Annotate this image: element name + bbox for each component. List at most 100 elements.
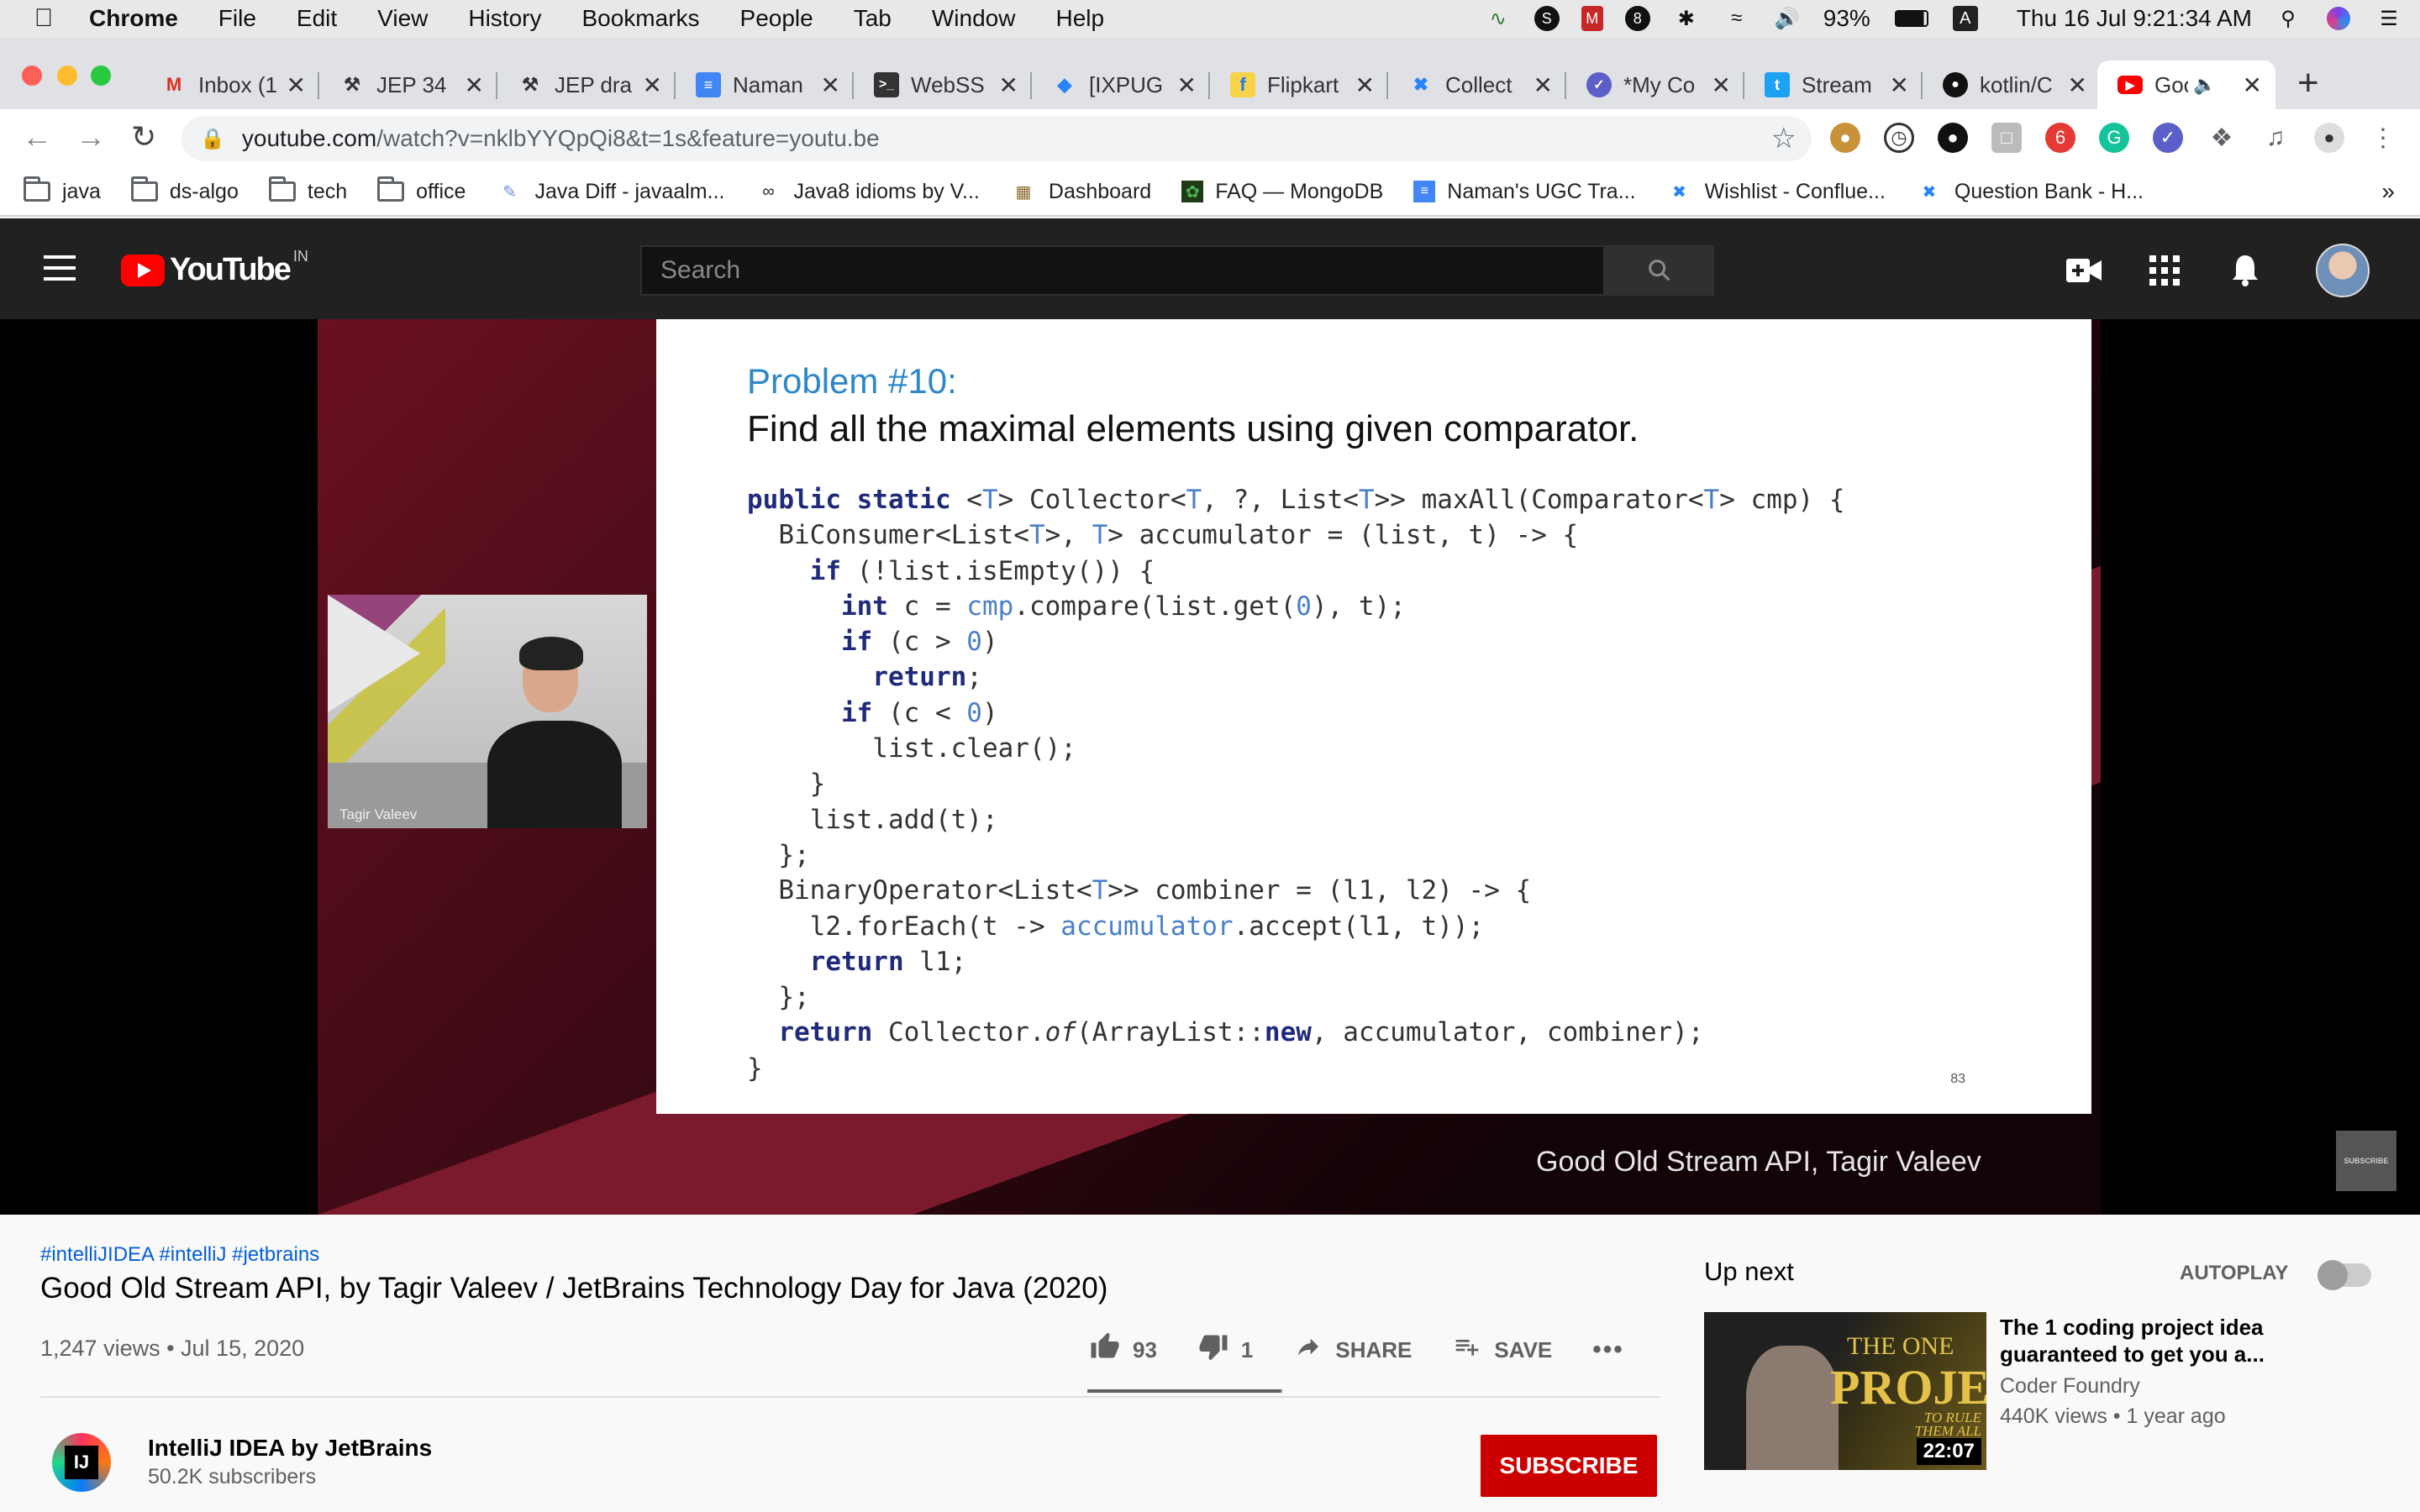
bookmark-folder-ds-algo[interactable]: ds-algo xyxy=(130,176,239,204)
grammarly-extension-icon[interactable]: G xyxy=(2099,123,2129,153)
siri-icon[interactable] xyxy=(2324,6,2353,31)
close-icon[interactable]: ✕ xyxy=(999,71,1018,99)
more-bookmarks-icon[interactable]: » xyxy=(2381,178,2395,205)
menu-help[interactable]: Help xyxy=(1055,5,1104,32)
recommended-video-thumbnail[interactable]: THE ONE PROJECT TO RULE THEM ALL 22:07 xyxy=(1704,1312,1986,1470)
menu-window[interactable]: Window xyxy=(932,5,1016,32)
tab-flipkart[interactable]: f Flipkart ✕ xyxy=(1210,60,1388,109)
subscribe-button[interactable]: SUBSCRIBE xyxy=(1481,1435,1657,1497)
lock-icon[interactable]: 🔒 xyxy=(200,127,225,151)
back-arrow-icon[interactable]: ← xyxy=(22,119,52,155)
tab-confluence-collect[interactable]: ✖ Collect ✕ xyxy=(1388,60,1566,109)
bookmark-naman-ugc[interactable]: ≡ Naman's UGC Tra... xyxy=(1413,180,1636,204)
audio-playing-icon[interactable]: 🔈 xyxy=(2193,74,2216,96)
profile-icon[interactable]: ● xyxy=(2314,123,2344,153)
notifications-bell-icon[interactable] xyxy=(2227,252,2264,289)
skype-icon[interactable]: S xyxy=(1534,6,1560,31)
hashtags[interactable]: #intelliJIDEA #intelliJ #jetbrains xyxy=(40,1243,319,1267)
clock-extension-icon[interactable]: ◷ xyxy=(1884,123,1914,153)
close-icon[interactable]: ✕ xyxy=(1890,71,1909,99)
menu-view[interactable]: View xyxy=(377,5,428,32)
close-icon[interactable]: ✕ xyxy=(1712,71,1731,99)
close-icon[interactable]: ✕ xyxy=(643,71,662,99)
reload-icon[interactable]: ↻ xyxy=(131,119,156,155)
bookmark-mongodb-faq[interactable]: ✿ FAQ — MongoDB xyxy=(1181,180,1383,204)
mcafee-shield-icon[interactable]: M xyxy=(1581,6,1603,31)
save-button[interactable]: SAVE xyxy=(1452,1333,1552,1368)
bluetooth-icon[interactable]: ✱ xyxy=(1672,6,1701,31)
close-icon[interactable]: ✕ xyxy=(465,71,484,99)
media-controls-icon[interactable]: ♫ xyxy=(2260,123,2291,153)
video-player[interactable]: Problem #10: Find all the maximal elemen… xyxy=(0,319,2420,1215)
menu-tab[interactable]: Tab xyxy=(854,5,892,32)
bookmark-dashboard[interactable]: ▦ Dashboard xyxy=(1010,180,1151,204)
tab-youtube-active[interactable]: ▶ Goo 🔈 ✕ xyxy=(2097,60,2275,109)
bookmark-wishlist[interactable]: ✖ Wishlist - Conflue... xyxy=(1666,180,1886,204)
window-extension-icon[interactable]: □ xyxy=(1991,123,2022,153)
volume-icon[interactable]: 🔊 xyxy=(1773,6,1802,31)
github-extension-icon[interactable]: ● xyxy=(1938,123,1968,153)
close-icon[interactable]: ✕ xyxy=(821,71,840,99)
dislike-button[interactable]: 1 xyxy=(1197,1331,1253,1369)
battery-icon[interactable] xyxy=(1892,6,1931,31)
close-icon[interactable]: ✕ xyxy=(1177,71,1197,99)
todo-extension-icon[interactable]: ✓ xyxy=(2153,123,2183,153)
tab-jep-34[interactable]: ⚒ JEP 34 ✕ xyxy=(319,60,497,109)
menu-people[interactable]: People xyxy=(740,5,813,32)
forward-arrow-icon[interactable]: → xyxy=(76,119,106,155)
tab-my-co[interactable]: ✓ *My Co ✕ xyxy=(1566,60,1744,109)
menu-app-name[interactable]: Chrome xyxy=(89,5,178,32)
menu-edit[interactable]: Edit xyxy=(297,5,337,32)
bookmark-folder-java[interactable]: java xyxy=(24,176,101,204)
close-window-button[interactable] xyxy=(22,66,42,86)
bookmark-folder-tech[interactable]: tech xyxy=(268,176,347,204)
channel-avatar[interactable]: IJ xyxy=(52,1433,111,1492)
chrome-menu-icon[interactable]: ⋮ xyxy=(2368,123,2398,153)
close-icon[interactable]: ✕ xyxy=(2068,71,2087,99)
tab-gmail[interactable]: M Inbox (1 ✕ xyxy=(141,60,319,109)
close-icon[interactable]: ✕ xyxy=(287,71,306,99)
activity-graph-icon[interactable]: ∿ xyxy=(1484,6,1512,31)
share-button[interactable]: SHARE xyxy=(1293,1333,1412,1368)
tab-webssh[interactable]: >_ WebSS ✕ xyxy=(854,60,1032,109)
tab-twitter-stream[interactable]: t Stream ✕ xyxy=(1744,60,1923,109)
tab-naman-doc[interactable]: ≡ Naman ✕ xyxy=(676,60,854,109)
bookmark-java-diff[interactable]: ✎ Java Diff - javaalm... xyxy=(496,180,724,204)
spotlight-search-icon[interactable]: ⚲ xyxy=(2274,6,2302,31)
bookmark-star-icon[interactable]: ☆ xyxy=(1771,122,1797,155)
menu-history[interactable]: History xyxy=(468,5,541,32)
wifi-icon[interactable]: ≈ xyxy=(1723,6,1751,31)
bookmark-java8-idioms[interactable]: ∞ Java8 idioms by V... xyxy=(755,180,980,204)
notifications-extension-icon[interactable]: 6 xyxy=(2045,123,2075,153)
search-button[interactable] xyxy=(1605,245,1714,296)
zoom-window-button[interactable] xyxy=(91,66,111,86)
bookmark-question-bank[interactable]: ✖ Question Bank - H... xyxy=(1916,180,2144,204)
recommended-video-title[interactable]: The 1 coding project idea guaranteed to … xyxy=(2000,1314,2311,1368)
create-video-icon[interactable] xyxy=(2065,252,2102,289)
apple-menu-icon[interactable]:  xyxy=(18,4,69,33)
tab-jep-draft[interactable]: ⚒ JEP dra ✕ xyxy=(497,60,676,109)
youtube-logo[interactable]: YouTube IN xyxy=(121,248,308,288)
hamburger-menu-icon[interactable] xyxy=(44,255,76,281)
recommended-video-channel[interactable]: Coder Foundry xyxy=(2000,1374,2140,1399)
menu-file[interactable]: File xyxy=(218,5,256,32)
user-avatar[interactable] xyxy=(2316,244,2370,297)
input-source-indicator[interactable]: A xyxy=(1952,6,1978,31)
tab-jira[interactable]: ◆ [IXPUG ✕ xyxy=(1032,60,1210,109)
search-input[interactable]: Search xyxy=(640,245,1605,296)
address-bar[interactable]: 🔒 youtube.com/watch?v=nklbYYQpQi8&t=1s&f… xyxy=(182,116,1812,161)
like-button[interactable]: 93 xyxy=(1089,1331,1157,1369)
apps-grid-icon[interactable] xyxy=(2146,252,2183,289)
grammarly-status-icon[interactable]: 8 xyxy=(1624,6,1650,31)
close-icon[interactable]: ✕ xyxy=(1355,71,1375,99)
extensions-puzzle-icon[interactable]: ❖ xyxy=(2207,123,2237,153)
more-actions-button[interactable]: ••• xyxy=(1592,1336,1636,1364)
channel-name[interactable]: IntelliJ IDEA by JetBrains xyxy=(148,1435,432,1462)
close-icon[interactable]: ✕ xyxy=(2243,71,2262,99)
clock[interactable]: Thu 16 Jul 9:21:34 AM xyxy=(2017,5,2252,32)
notification-center-icon[interactable]: ☰ xyxy=(2375,6,2403,31)
tab-github-kotlin[interactable]: ● kotlin/C ✕ xyxy=(1923,60,2101,109)
minimize-window-button[interactable] xyxy=(57,66,77,86)
menu-bookmarks[interactable]: Bookmarks xyxy=(581,5,699,32)
autoplay-toggle[interactable] xyxy=(2317,1260,2371,1290)
